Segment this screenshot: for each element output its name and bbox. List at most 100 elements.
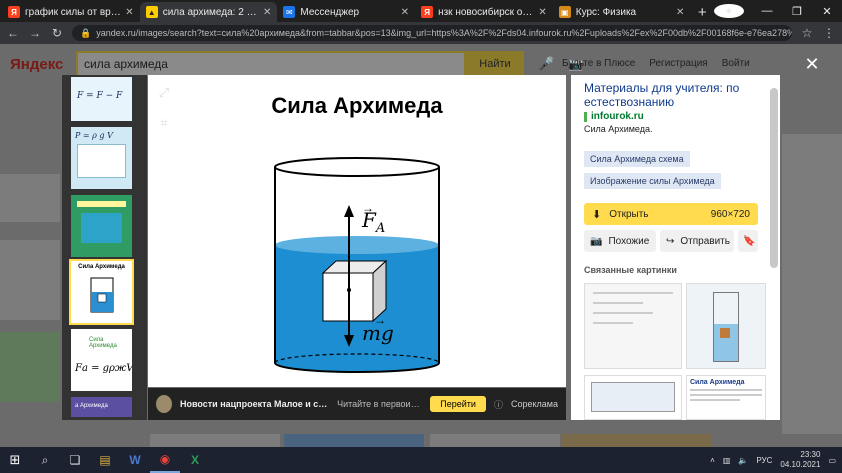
bookmark-button[interactable]: 🔖 <box>738 230 758 252</box>
close-tab-icon[interactable]: ✕ <box>401 7 409 18</box>
menu-dots-icon[interactable]: ⋮ <box>822 26 836 40</box>
search-input[interactable]: сила архимеда <box>76 51 466 77</box>
close-tab-icon[interactable]: ✕ <box>263 7 271 18</box>
expand-icon[interactable]: ⤢ <box>152 81 176 105</box>
open-label: Открыть <box>609 208 649 220</box>
excel-icon[interactable]: X <box>180 447 210 473</box>
search-icon[interactable]: ⌕ <box>30 447 60 473</box>
plus-link[interactable]: Будьте в Плюсе <box>562 58 635 69</box>
restore-icon[interactable]: ❐ <box>782 5 812 18</box>
network-icon[interactable]: ▥ <box>723 456 731 465</box>
close-window-icon[interactable]: ✕ <box>812 5 842 18</box>
url-text: yandex.ru/images/search?text=сила%20архи… <box>96 28 792 38</box>
mic-icon[interactable]: 🎤 <box>538 56 554 72</box>
thumbnail-text: а Архимеда <box>75 403 108 409</box>
yandex-logo[interactable]: Яндекс <box>10 56 76 73</box>
browser-tab-1[interactable]: ▲ сила архимеда: 2 тыс изобр ✕ <box>139 2 278 22</box>
info-panel: Материалы для учителя: по естествознанию… <box>571 75 780 420</box>
close-viewer-icon[interactable]: ✕ <box>803 54 821 74</box>
news-title[interactable]: Новости нацпроекта Малое и средн... <box>180 399 329 409</box>
source-title-link[interactable]: Материалы для учителя: по естествознанию <box>584 81 764 109</box>
prev-image-button[interactable]: ‹ <box>151 221 177 247</box>
thumbnail-text: Fа = gρжVТ <box>75 363 132 374</box>
source-subtitle: Сила Архимеда. <box>584 124 653 134</box>
file-explorer-icon[interactable]: ▤ <box>90 447 120 473</box>
profile-icon[interactable]: ● <box>714 4 744 18</box>
course-favicon-icon: ▣ <box>558 6 571 18</box>
browser-tab-2[interactable]: ✉ Мессенджер ✕ <box>277 2 415 22</box>
panel-scrollbar[interactable] <box>770 88 778 268</box>
archimedes-diagram <box>274 157 440 373</box>
tag-chip-1[interactable]: Изображение силы Архимеда <box>584 173 721 189</box>
register-link[interactable]: Регистрация <box>649 58 707 69</box>
windows-start-icon[interactable]: ⊞ <box>0 447 30 473</box>
close-tab-icon[interactable]: ✕ <box>676 7 684 18</box>
thumbnail-1[interactable]: P = ρ g V <box>71 127 132 189</box>
news-go-button[interactable]: Перейти <box>430 396 486 412</box>
news-ad-bar: Новости нацпроекта Малое и средн... Чита… <box>148 388 566 420</box>
open-button[interactable]: ⬇ Открыть 960×720 <box>584 203 758 225</box>
thumbnail-4[interactable]: Сила Архимеда Fа = gρжVТ <box>71 329 132 391</box>
minimize-icon[interactable]: — <box>752 5 782 17</box>
bg-thumb <box>562 434 712 447</box>
thumbnail-3-selected[interactable]: Сила Архимеда <box>69 259 134 325</box>
bg-thumb <box>0 240 60 320</box>
tab-title: Курс: Физика <box>575 6 637 18</box>
search-button[interactable]: Найти <box>466 51 524 77</box>
main-image[interactable]: Сила Архимеда FA → mg → <box>148 75 566 387</box>
clock-date: 04.10.2021 <box>780 460 821 469</box>
related-image-1[interactable] <box>686 283 766 369</box>
browser-tab-4[interactable]: ▣ Курс: Физика ✕ <box>553 2 691 22</box>
bookmark-icon: 🔖 <box>743 235 756 247</box>
close-tab-icon[interactable]: ✕ <box>125 7 133 18</box>
browser-tab-0[interactable]: Я график силы от времени — ✕ <box>2 2 140 22</box>
bg-thumb <box>0 332 60 402</box>
news-link[interactable]: Читайте в первоис... <box>337 399 422 409</box>
browser-tab-strip: Я график силы от времени — ✕ ▲ сила архи… <box>0 0 842 22</box>
back-arrow-icon[interactable]: ← <box>6 26 20 40</box>
login-link[interactable]: Войти <box>722 58 750 69</box>
address-bar-row: ← → ↻ 🔒 yandex.ru/images/search?text=сил… <box>0 22 842 44</box>
browser-tab-3[interactable]: Я нзк новосибирск официаль ✕ <box>415 2 553 22</box>
related-heading: Связанные картинки <box>584 265 677 275</box>
share-button[interactable]: ↪ Отправить <box>660 230 734 252</box>
yandex-images-favicon-icon: ▲ <box>145 6 158 18</box>
system-tray: ˄ ▥ 🔈 РУС 23:30 04.10.2021 ▭ <box>710 450 842 470</box>
similar-button[interactable]: 📷 Похожие <box>584 230 656 252</box>
clock-time: 23:30 <box>800 450 821 459</box>
tag-chip-0[interactable]: Сила Архимеда схема <box>584 151 690 167</box>
tab-title: график силы от времени — <box>25 6 121 18</box>
thumbnail-5[interactable]: а Архимеда <box>71 397 132 417</box>
ad-label: Сорекламa <box>510 399 558 409</box>
related-caption: Сила Архимеда <box>690 379 745 386</box>
new-tab-button[interactable]: + <box>690 2 714 22</box>
source-site[interactable]: infourok.ru <box>584 111 644 122</box>
star-icon[interactable]: ☆ <box>800 26 814 40</box>
chrome-icon[interactable]: ◉ <box>150 447 180 473</box>
lock-icon: 🔒 <box>80 27 92 38</box>
header-right: Будьте в Плюсе Регистрация Войти <box>562 58 750 69</box>
reload-icon[interactable]: ↻ <box>50 26 64 40</box>
notifications-icon[interactable]: ▭ <box>828 456 836 465</box>
tray-chevron-icon[interactable]: ˄ <box>710 456 715 465</box>
related-image-3[interactable]: Сила Архимеда <box>686 375 766 420</box>
crop-icon[interactable]: ⌗ <box>152 111 176 135</box>
windows-taskbar: ⊞ ⌕ ❏ ▤ W ◉ X ˄ ▥ 🔈 РУС 23:30 04.10.2021… <box>0 447 842 473</box>
volume-icon[interactable]: 🔈 <box>738 456 748 465</box>
tab-title: нзк новосибирск официаль <box>438 6 534 18</box>
thumbnail-0[interactable]: F = F − F <box>71 77 132 121</box>
vector-arrow-icon: → <box>374 313 386 327</box>
task-view-icon[interactable]: ❏ <box>60 447 90 473</box>
related-image-2[interactable] <box>584 375 682 420</box>
word-icon[interactable]: W <box>120 447 150 473</box>
next-image-button[interactable]: › <box>537 221 563 247</box>
url-field[interactable]: 🔒 yandex.ru/images/search?text=сила%20ар… <box>72 25 792 41</box>
language-indicator[interactable]: РУС <box>756 456 772 465</box>
related-image-0[interactable] <box>584 283 682 369</box>
info-icon[interactable]: ⓘ <box>494 398 503 411</box>
clock[interactable]: 23:30 04.10.2021 <box>780 450 820 470</box>
close-tab-icon[interactable]: ✕ <box>538 7 546 18</box>
tab-title: сила архимеда: 2 тыс изобр <box>162 6 259 18</box>
thumbnail-2[interactable] <box>71 195 132 257</box>
forward-arrow-icon[interactable]: → <box>28 26 42 40</box>
